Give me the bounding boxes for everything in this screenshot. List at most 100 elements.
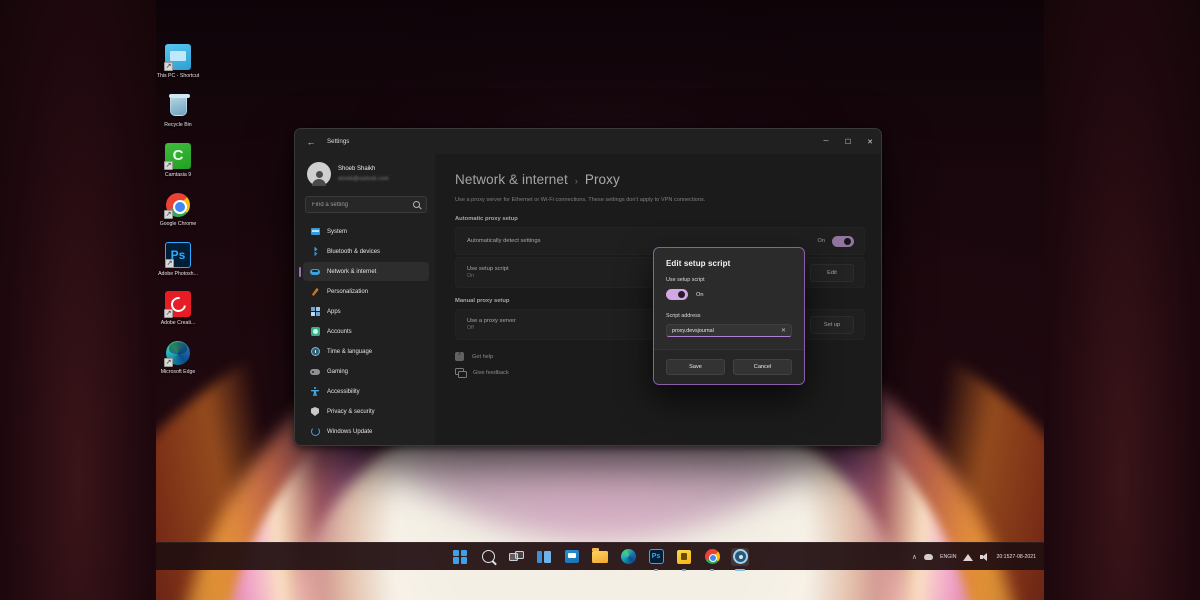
bluetooth-icon <box>310 246 320 257</box>
sidebar-item-network-internet[interactable]: Network & internet <box>303 262 429 281</box>
desktop-icon-google-chrome[interactable]: ↗ Google Chrome <box>156 192 200 227</box>
dialog-toggle-label: Use setup script <box>666 277 705 283</box>
sidebar-item-gaming[interactable]: Gaming <box>303 362 429 381</box>
accessibility-icon <box>310 387 320 397</box>
sidebar-item-accessibility[interactable]: Accessibility <box>303 382 429 401</box>
use-setup-script-toggle[interactable] <box>666 289 688 300</box>
shortcut-overlay-icon: ↗ <box>165 258 174 268</box>
minimize-button[interactable]: ─ <box>815 129 837 154</box>
close-button[interactable]: ✕ <box>859 129 881 154</box>
sidebar-item-label: System <box>327 228 348 235</box>
edge-icon: ↗ <box>164 340 191 368</box>
chat-button[interactable] <box>563 548 581 566</box>
weather-icon[interactable] <box>924 554 934 560</box>
notes-icon <box>677 549 691 564</box>
sidebar-item-label: Gaming <box>327 368 349 375</box>
sidebar-item-time-language[interactable]: Time & language <box>303 342 429 361</box>
desktop-icon-label: Camtasia 9 <box>164 171 192 178</box>
dialog-body: Edit setup script Use setup script On Sc… <box>654 248 804 349</box>
desktop-icon-adobe-photoshop[interactable]: ↗ Adobe Photosh... <box>156 241 200 277</box>
taskbar-search-button[interactable] <box>479 548 497 566</box>
edit-setup-script-dialog: Edit setup script Use setup script On Sc… <box>653 247 805 385</box>
desktop-icon-label: Google Chrome <box>159 221 197 228</box>
maximize-button[interactable]: ☐ <box>837 129 859 154</box>
dialog-footer: Save Cancel <box>654 349 804 384</box>
sidebar-item-privacy-security[interactable]: Privacy & security <box>303 402 429 421</box>
wifi-icon[interactable] <box>963 553 974 561</box>
clear-icon[interactable]: ✕ <box>777 327 786 334</box>
sidebar-item-label: Time & language <box>327 348 373 355</box>
wallpaper-right-band <box>1044 0 1200 600</box>
window-controls: ─ ☐ ✕ <box>815 129 881 154</box>
file-explorer-button[interactable] <box>591 548 609 566</box>
script-address-input[interactable] <box>672 327 777 334</box>
language-secondary: IN <box>951 553 957 560</box>
save-button[interactable]: Save <box>666 359 725 375</box>
sidebar-item-apps[interactable]: Apps <box>303 302 429 321</box>
adobe-creative-cloud-icon: ↗ <box>164 291 191 319</box>
sidebar-item-personalization[interactable]: Personalization <box>303 282 429 301</box>
sidebar-item-label: Apps <box>327 308 341 315</box>
wallpaper-left-band <box>0 0 156 600</box>
apps-icon <box>310 307 320 317</box>
cancel-button[interactable]: Cancel <box>733 359 792 375</box>
folder-icon <box>592 548 608 563</box>
taskbar-edge-button[interactable] <box>619 548 637 566</box>
sidebar-item-label: Personalization <box>327 288 369 295</box>
taskbar-chrome-button[interactable] <box>703 548 721 566</box>
widgets-icon <box>537 550 551 563</box>
clock-icon <box>310 347 320 357</box>
search-input[interactable] <box>312 201 413 208</box>
windows-logo-icon <box>453 549 467 564</box>
shortcut-overlay-icon: ↗ <box>164 358 173 368</box>
sidebar-item-label: Windows Update <box>327 428 373 435</box>
sidebar-item-label: Bluetooth & devices <box>327 248 381 255</box>
taskbar-settings-button[interactable] <box>731 547 749 566</box>
search-box[interactable] <box>305 196 427 213</box>
clock[interactable]: 20:15 27-08-2021 <box>996 554 1036 561</box>
desktop-icon-label: Recycle Bin <box>164 122 192 129</box>
content-area: Network & internet › Proxy Use a proxy s… <box>435 154 881 445</box>
profile-email: shoeb@outlook.com <box>338 176 389 182</box>
back-button[interactable]: ← <box>303 134 319 150</box>
desktop-icon-label: Adobe Creati... <box>160 320 196 327</box>
script-address-field[interactable]: ✕ <box>666 324 792 337</box>
this-pc-icon: ↗ <box>164 44 191 71</box>
taskbar-notes-button[interactable] <box>675 548 693 566</box>
brush-icon <box>310 287 320 297</box>
edge-icon <box>620 549 636 564</box>
widgets-button[interactable] <box>535 548 553 566</box>
desktop-icon-this-pc[interactable]: ↗ This PC - Shortcut <box>156 44 200 79</box>
volume-icon[interactable] <box>980 553 989 561</box>
task-view-icon <box>508 551 524 562</box>
user-profile[interactable]: Shoeb Shaikh shoeb@outlook.com <box>303 158 429 194</box>
gamepad-icon <box>310 367 320 377</box>
clock-time: 20:15 <box>996 553 1010 560</box>
task-view-button[interactable] <box>507 548 525 566</box>
language-indicator[interactable]: ENG IN <box>940 554 956 561</box>
desktop-icon-microsoft-edge[interactable]: ↗ Microsoft Edge <box>156 340 200 375</box>
photoshop-icon: ↗ <box>165 241 191 268</box>
taskbar-photoshop-button[interactable]: Ps <box>647 548 665 566</box>
settings-window: ← Settings ─ ☐ ✕ Shoeb Shaikh shoeb@outl… <box>294 128 882 446</box>
chrome-icon: ↗ <box>164 192 191 220</box>
desktop-icon-camtasia[interactable]: ↗ Camtasia 9 <box>156 142 200 178</box>
desktop-icon-recycle-bin[interactable]: Recycle Bin <box>156 93 200 128</box>
dialog-toggle-row: On <box>666 289 792 300</box>
photoshop-icon: Ps <box>648 549 664 564</box>
window-body: Shoeb Shaikh shoeb@outlook.com System Bl… <box>295 154 881 445</box>
desktop-icon-adobe-creative-cloud[interactable]: ↗ Adobe Creati... <box>156 291 200 326</box>
sidebar-item-accounts[interactable]: Accounts <box>303 322 429 341</box>
start-button[interactable] <box>451 548 469 566</box>
sidebar-item-windows-update[interactable]: Windows Update <box>303 422 429 441</box>
profile-name: Shoeb Shaikh <box>338 166 376 172</box>
sidebar-item-system[interactable]: System <box>303 222 429 241</box>
chrome-icon <box>704 549 720 564</box>
search-icon <box>481 550 495 563</box>
show-hidden-icons-button[interactable]: ∧ <box>912 553 917 561</box>
desktop-icon-label: Adobe Photosh... <box>158 270 198 277</box>
system-tray: ∧ ENG IN 20:15 27-08-2021 <box>912 543 1036 571</box>
sidebar-item-label: Privacy & security <box>327 408 375 415</box>
sidebar-item-bluetooth-devices[interactable]: Bluetooth & devices <box>303 242 429 261</box>
chat-icon <box>565 550 579 563</box>
